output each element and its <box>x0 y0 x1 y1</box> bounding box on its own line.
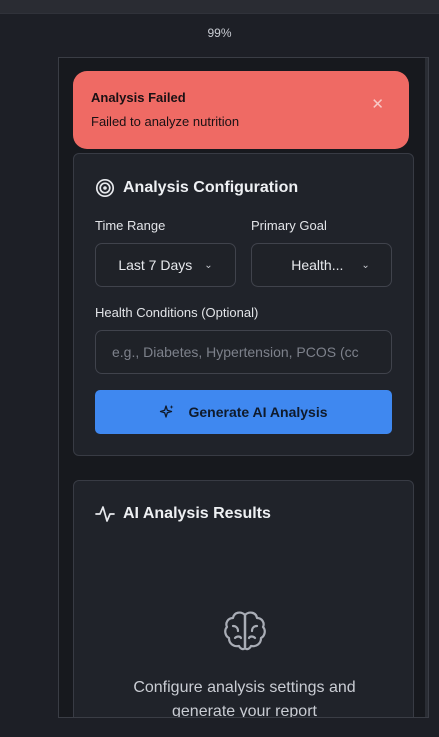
primary-goal-label: Primary Goal <box>251 218 327 233</box>
card-title: Analysis Configuration <box>95 178 298 198</box>
empty-message: Configure analysis settings and generate… <box>74 676 415 718</box>
primary-goal-select[interactable]: Health... ⌄ <box>251 243 392 287</box>
time-range-select[interactable]: Last 7 Days ⌄ <box>95 243 236 287</box>
config-title: Analysis Configuration <box>123 179 299 196</box>
generate-button-label: Generate AI Analysis <box>188 404 328 420</box>
chevron-down-icon: ⌄ <box>204 259 213 271</box>
chevron-down-icon: ⌄ <box>361 259 370 271</box>
results-title: AI Analysis Results <box>123 505 271 522</box>
app-viewport: Analysis Failed Failed to analyze nutrit… <box>58 57 429 718</box>
toast-title: Analysis Failed <box>91 90 186 105</box>
zoom-level: 99% <box>207 26 232 40</box>
error-toast: Analysis Failed Failed to analyze nutrit… <box>73 71 409 149</box>
empty-message-line-2: generate your report <box>172 703 317 718</box>
empty-message-line-1: Configure analysis settings and <box>133 679 356 696</box>
health-conditions-label: Health Conditions (Optional) <box>95 305 259 320</box>
brain-icon <box>223 611 266 651</box>
toast-message: Failed to analyze nutrition <box>91 114 240 129</box>
activity-icon <box>95 506 115 522</box>
scrollbar[interactable] <box>425 58 428 717</box>
generate-ai-analysis-button[interactable]: Generate AI Analysis <box>95 390 392 434</box>
primary-goal-value: Health... <box>291 257 344 273</box>
health-conditions-placeholder: e.g., Diabetes, Hypertension, PCOS (cc <box>112 344 359 360</box>
health-conditions-input[interactable]: e.g., Diabetes, Hypertension, PCOS (cc <box>95 330 392 374</box>
results-card-title: AI Analysis Results <box>95 504 271 524</box>
close-icon[interactable]: ✕ <box>371 95 384 113</box>
target-icon <box>95 178 115 198</box>
analysis-configuration-card: Analysis Configuration Time Range Primar… <box>73 153 414 456</box>
browser-toolbar <box>0 0 439 13</box>
time-range-value: Last 7 Days <box>118 257 193 273</box>
ai-analysis-results-card: AI Analysis Results Configure analysis s… <box>73 480 415 718</box>
toolbar-divider <box>0 13 439 14</box>
empty-state: Configure analysis settings and generate… <box>74 609 415 718</box>
sparkles-icon <box>160 405 174 418</box>
time-range-label: Time Range <box>95 218 166 233</box>
